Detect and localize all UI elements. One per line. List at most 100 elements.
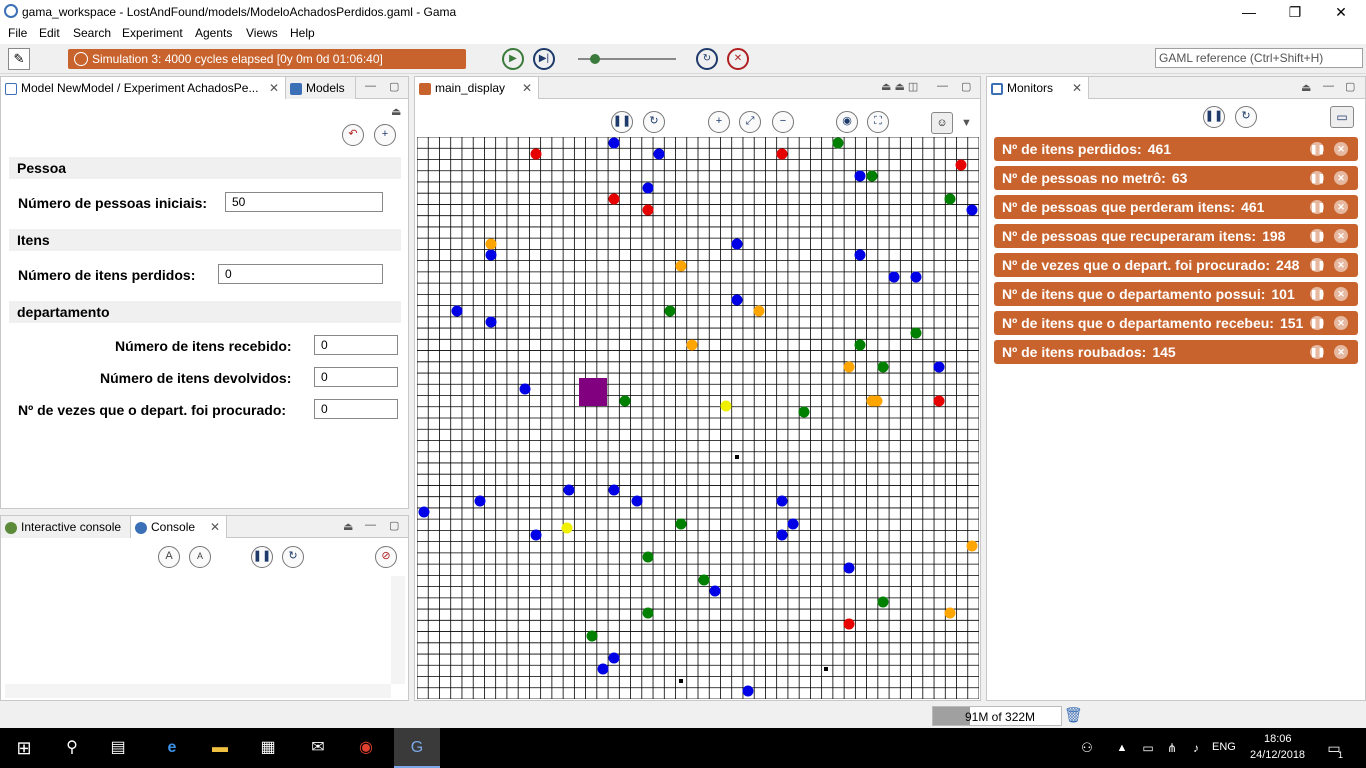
simulation-grid[interactable] — [417, 137, 979, 699]
agent-red[interactable] — [776, 148, 788, 160]
vertical-scrollbar[interactable] — [391, 576, 405, 684]
close-monitor-icon[interactable]: ✕ — [1334, 258, 1348, 272]
play-icon[interactable]: ▶ — [502, 48, 524, 70]
clock-time[interactable]: 18:06 — [1264, 733, 1292, 745]
pause-monitor-icon[interactable]: ❚❚ — [1310, 316, 1325, 330]
collapse-icon[interactable]: ⏏ — [1301, 81, 1311, 94]
maximize-view-icon[interactable]: ▢ — [961, 80, 971, 93]
close-tab-icon[interactable]: ✕ — [269, 77, 279, 99]
tab-models[interactable]: Models — [286, 77, 356, 99]
agent-blue[interactable] — [653, 148, 665, 160]
agent-blue[interactable] — [854, 170, 866, 182]
agent-blue[interactable] — [418, 506, 430, 518]
agent-blue[interactable] — [843, 562, 855, 574]
param-input-procurado[interactable]: 0 — [314, 399, 398, 419]
minimize-button[interactable]: — — [1226, 2, 1272, 22]
close-tab-icon[interactable]: ✕ — [522, 77, 532, 99]
agent-red[interactable] — [530, 148, 542, 160]
monitor-item[interactable]: Nº de itens roubados: 145 ❚❚ ✕ — [994, 340, 1358, 364]
agent-blue[interactable] — [742, 685, 754, 697]
agent-green[interactable] — [619, 395, 631, 407]
pause-icon[interactable]: ❚❚ — [611, 111, 633, 133]
agent-blue[interactable] — [933, 361, 945, 373]
param-input-itens[interactable]: 0 — [218, 264, 383, 284]
chrome-icon[interactable]: ◉ — [354, 736, 378, 760]
param-input-devolvidos[interactable]: 0 — [314, 367, 398, 387]
menu-experiment[interactable]: Experiment — [122, 26, 183, 40]
param-input-pessoas[interactable]: 50 — [225, 192, 383, 212]
minimize-view-icon[interactable]: — — [1323, 80, 1334, 92]
agent-red[interactable] — [955, 159, 967, 171]
search-icon[interactable]: ⚲ — [60, 736, 84, 760]
reload-icon[interactable]: ↻ — [696, 48, 718, 70]
decrease-font-icon[interactable]: A — [189, 546, 211, 568]
clear-console-icon[interactable]: ⊘ — [375, 546, 397, 568]
agent-green[interactable] — [698, 574, 710, 586]
agent-green[interactable] — [877, 361, 889, 373]
tab-console[interactable]: Console ✕ — [131, 516, 227, 538]
agent-orange[interactable] — [675, 260, 687, 272]
agent-green[interactable] — [642, 607, 654, 619]
agent-green[interactable] — [910, 327, 922, 339]
pause-monitor-icon[interactable]: ❚❚ — [1310, 345, 1325, 359]
agent-orange[interactable] — [753, 305, 765, 317]
agent-blue[interactable] — [709, 585, 721, 597]
section-itens[interactable]: Itens — [9, 229, 401, 251]
collapse-icon[interactable]: ⏏ — [391, 105, 401, 118]
item-marker[interactable] — [679, 679, 683, 683]
maximize-view-icon[interactable]: ▢ — [389, 519, 399, 532]
agent-green[interactable] — [675, 518, 687, 530]
agent-blue[interactable] — [776, 495, 788, 507]
edit-model-icon[interactable]: ✎ — [8, 48, 30, 70]
minimize-view-icon[interactable]: — — [365, 80, 376, 92]
agent-blue[interactable] — [563, 484, 575, 496]
agent-green[interactable] — [832, 137, 844, 149]
menu-edit[interactable]: Edit — [39, 26, 60, 40]
store-icon[interactable]: ▦ — [256, 736, 280, 760]
agent-blue[interactable] — [966, 204, 978, 216]
snapshot-icon[interactable]: ◉ — [836, 111, 858, 133]
pause-monitor-icon[interactable]: ❚❚ — [1310, 200, 1325, 214]
tab-interactive-console[interactable]: Interactive console — [1, 516, 131, 538]
zoom-out-icon[interactable]: − — [772, 111, 794, 133]
agent-orange[interactable] — [686, 339, 698, 351]
close-monitor-icon[interactable]: ✕ — [1334, 200, 1348, 214]
agent-green[interactable] — [877, 596, 889, 608]
agent-red[interactable] — [843, 618, 855, 630]
agent-red[interactable] — [933, 395, 945, 407]
close-window-button[interactable]: ✕ — [1318, 2, 1364, 22]
agent-blue[interactable] — [608, 137, 620, 149]
chevron-up-icon[interactable]: ▲ — [1110, 736, 1134, 760]
agent-blue[interactable] — [731, 294, 743, 306]
agent-blue[interactable] — [631, 495, 643, 507]
sync-icon[interactable]: ↻ — [282, 546, 304, 568]
battery-icon[interactable]: ▭ — [1136, 736, 1160, 760]
agent-blue[interactable] — [854, 249, 866, 261]
network-icon[interactable]: ⋔ — [1160, 736, 1184, 760]
agent-green[interactable] — [642, 551, 654, 563]
agent-yellow[interactable] — [561, 522, 573, 534]
menu-search[interactable]: Search — [73, 26, 111, 40]
agent-green[interactable] — [798, 406, 810, 418]
agent-orange[interactable] — [966, 540, 978, 552]
speed-slider-thumb[interactable] — [590, 54, 600, 64]
monitor-item[interactable]: Nº de pessoas no metrô: 63 ❚❚ ✕ — [994, 166, 1358, 190]
add-icon[interactable]: + — [374, 124, 396, 146]
chevron-down-icon[interactable]: ▼ — [961, 117, 972, 129]
agent-blue[interactable] — [608, 652, 620, 664]
fullscreen-icon[interactable]: ⛶ — [867, 111, 889, 133]
agent-blue[interactable] — [519, 383, 531, 395]
agent-blue[interactable] — [910, 271, 922, 283]
agent-blue[interactable] — [608, 484, 620, 496]
pause-icon[interactable]: ❚❚ — [251, 546, 273, 568]
pause-monitor-icon[interactable]: ❚❚ — [1310, 258, 1325, 272]
gaml-reference-search[interactable]: GAML reference (Ctrl+Shift+H) — [1155, 48, 1363, 68]
maximize-view-icon[interactable]: ▢ — [1345, 80, 1355, 93]
pause-monitor-icon[interactable]: ❚❚ — [1310, 142, 1325, 156]
agent-orange[interactable] — [944, 607, 956, 619]
agent-blue[interactable] — [776, 529, 788, 541]
edge-icon[interactable]: e — [160, 736, 184, 760]
menu-views[interactable]: Views — [246, 26, 278, 40]
close-monitor-icon[interactable]: ✕ — [1334, 229, 1348, 243]
agent-orange[interactable] — [843, 361, 855, 373]
